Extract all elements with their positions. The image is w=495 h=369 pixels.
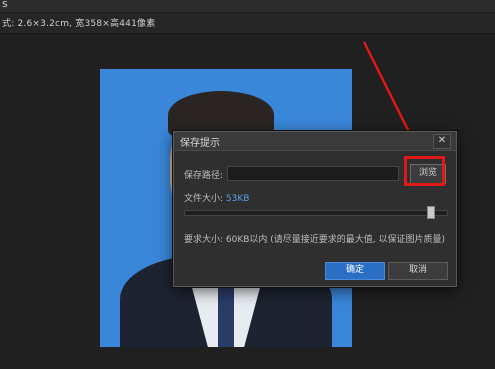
photo-spec-bar: 式: 2.6×3.2cm, 宽358×高441像素 (0, 13, 495, 34)
ok-button[interactable]: 确定 (325, 262, 385, 280)
save-path-label: 保存路径: (184, 171, 224, 181)
save-prompt-dialog: 保存提示 ✕ 保存路径: 浏览 文件大小: 53KB 要求大小: 60KB以内 … (173, 131, 457, 287)
file-size-label-text: 文件大小: (184, 194, 224, 204)
annotation-highlight-box (404, 156, 445, 186)
dialog-title: 保存提示 (180, 138, 220, 149)
close-icon[interactable]: ✕ (433, 134, 451, 149)
quality-slider-thumb[interactable] (427, 206, 436, 219)
size-requirement-text: 要求大小: 60KB以内 (请尽量接近要求的最大值, 以保证图片质量) (184, 235, 446, 245)
top-bar-text: s (2, 0, 8, 10)
file-size-label: 文件大小: 53KB (184, 191, 249, 204)
file-size-value: 53KB (225, 194, 250, 204)
photo-spec-text: 式: 2.6×3.2cm, 宽358×高441像素 (2, 19, 156, 29)
save-path-input[interactable] (227, 166, 399, 181)
app-top-bar: s (0, 0, 495, 12)
quality-slider-track[interactable] (184, 210, 448, 216)
cancel-button[interactable]: 取消 (388, 262, 448, 280)
dialog-titlebar[interactable]: 保存提示 ✕ (174, 132, 456, 151)
